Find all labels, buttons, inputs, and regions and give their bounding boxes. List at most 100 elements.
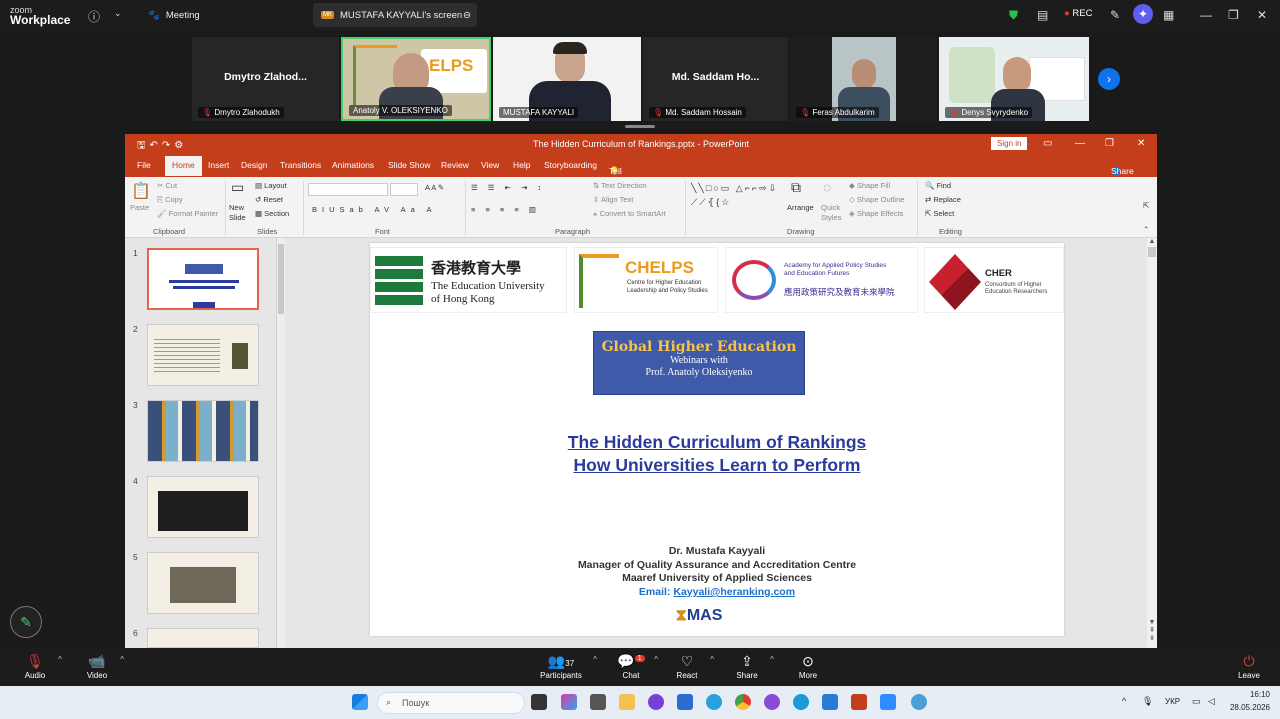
telegram-icon[interactable] <box>706 694 722 710</box>
slide-thumbnail-3[interactable] <box>147 400 259 462</box>
slide-thumbnail-4[interactable] <box>147 476 259 538</box>
chrome-icon[interactable] <box>735 694 751 710</box>
taskbar-search[interactable]: ⌕ Пошук <box>377 692 525 714</box>
font-size-buttons[interactable]: A A ✎ <box>425 183 444 192</box>
restore-icon[interactable]: ❐ <box>1105 138 1114 149</box>
more-button[interactable]: ⊙ More <box>783 652 833 680</box>
tab-home[interactable]: Home <box>165 156 202 176</box>
sign-in-button[interactable]: Sign in <box>991 137 1028 150</box>
align-buttons[interactable]: ≡ ≡ ≡ ≡ ▥ <box>471 205 540 214</box>
clock-date[interactable]: 28.05.2026 <box>1222 703 1270 712</box>
minimize-icon[interactable]: — <box>1075 138 1085 149</box>
tray-chevron-icon[interactable]: ^ <box>1122 696 1126 706</box>
font-size-box[interactable] <box>390 183 418 196</box>
slide-scrollbar[interactable]: ▲ ▼ ⇞ ⇟ <box>1147 238 1157 648</box>
vscode-icon[interactable] <box>822 694 838 710</box>
participant-tile[interactable]: 🎙 Feras Abdulkarim <box>790 37 937 121</box>
windows-start-icon[interactable] <box>352 694 368 710</box>
video-button[interactable]: 📹 Video ^ <box>72 652 124 680</box>
paste-button[interactable]: Paste <box>130 203 149 212</box>
new-slide-button[interactable]: New Slide <box>229 203 251 223</box>
globe-icon[interactable] <box>911 694 927 710</box>
font-format-buttons[interactable]: BIUSab AV Aa A <box>312 205 436 214</box>
participant-tile[interactable]: MUSTAFA KAYYALI <box>493 37 641 121</box>
leave-button[interactable]: ⏻ Leave <box>1224 652 1274 680</box>
shapes-gallery[interactable]: ╲╲□○▭ △⌐⌐⇨⇩ ⟋⟋⦃{☆ <box>691 181 781 209</box>
participant-tile[interactable]: 🎙 Denys Svyrydenko <box>939 37 1089 121</box>
shape-fill-button[interactable]: ◆ Shape Fill <box>849 181 890 190</box>
tab-review[interactable]: Review <box>441 160 469 170</box>
shield-icon[interactable]: ⛊ <box>1009 8 1018 23</box>
quick-styles-button[interactable]: Quick Styles <box>821 203 847 223</box>
volume-icon[interactable]: ◁ <box>1208 696 1215 707</box>
viber-icon[interactable] <box>764 694 780 710</box>
format-painter-button[interactable]: 🖌 Format Painter <box>157 209 218 218</box>
meeting-tab[interactable]: 🐾 Meeting <box>140 3 208 27</box>
network-icon[interactable]: ▭ <box>1192 696 1201 707</box>
file-explorer-icon[interactable] <box>619 694 635 710</box>
pencil-icon[interactable]: ✎ <box>1110 8 1120 22</box>
tab-storyboarding[interactable]: Storyboarding <box>544 160 597 170</box>
text-direction-button[interactable]: ⇅ Text Direction <box>593 181 647 190</box>
react-options-chevron[interactable]: ^ <box>710 655 714 664</box>
next-participants-button[interactable]: › <box>1098 68 1120 90</box>
tab-view[interactable]: View <box>481 160 499 170</box>
tab-animations[interactable]: Animations <box>332 160 374 170</box>
quick-styles-icon[interactable]: ◌ <box>823 179 831 195</box>
list-buttons[interactable]: ☰ ☰ ⇤ ⇥ ↕ <box>471 183 545 192</box>
shape-outline-button[interactable]: ◇ Shape Outline <box>849 195 904 204</box>
chat-button[interactable]: 💬 1 Chat ^ <box>606 652 658 680</box>
powerpoint-icon[interactable] <box>851 694 867 710</box>
participants-options-chevron[interactable]: ^ <box>593 655 597 664</box>
audio-button[interactable]: 🎙 Audio ^ <box>10 652 62 680</box>
recording-indicator[interactable]: ● REC <box>1064 8 1092 19</box>
convert-smartart-button[interactable]: ⚹ Convert to SmartArt <box>593 209 666 219</box>
replace-button[interactable]: ⇄ Replace <box>925 195 961 204</box>
collapse-ribbon-icon[interactable]: ⌃ <box>1143 225 1149 234</box>
thumbnail-scrollbar[interactable] <box>277 238 285 648</box>
select-button[interactable]: ⇱ Select <box>925 209 954 218</box>
notepad-icon[interactable] <box>677 694 693 710</box>
find-button[interactable]: 🔍 Find <box>925 181 951 190</box>
participant-tile-active[interactable]: ELPS Anatoly V. OLEKSIYENKO <box>341 37 491 121</box>
slide-thumbnail-6[interactable] <box>147 628 259 648</box>
chevron-down-icon[interactable]: ⌄ <box>114 8 122 19</box>
chat-options-chevron[interactable]: ^ <box>654 655 658 664</box>
apps-icon[interactable]: ▦ <box>1163 8 1174 22</box>
tab-file[interactable]: File <box>137 160 151 170</box>
copilot-icon[interactable] <box>561 694 577 710</box>
zoom-icon[interactable] <box>880 694 896 710</box>
layout-button[interactable]: ▤ Layout <box>255 181 287 190</box>
new-slide-icon[interactable]: ▭ <box>231 179 244 196</box>
restore-icon[interactable]: ❐ <box>1228 8 1239 22</box>
participant-tile[interactable]: Dmytro Zlahod... 🎙 Dmytro Zlahodukh <box>192 37 339 121</box>
audio-options-chevron[interactable]: ^ <box>58 655 62 664</box>
language-indicator[interactable]: УКР <box>1165 697 1180 706</box>
arrange-icon[interactable]: ⧉ <box>791 179 801 196</box>
tab-design[interactable]: Design <box>241 160 267 170</box>
more-options-icon[interactable]: ⊖ <box>463 10 471 21</box>
font-name-box[interactable] <box>308 183 388 196</box>
share-screen-tab[interactable]: MK MUSTAFA KAYYALI's screen ⊖ <box>313 3 477 27</box>
slide-thumbnail-5[interactable] <box>147 552 259 614</box>
tab-slide-show[interactable]: Slide Show <box>388 160 431 170</box>
reset-button[interactable]: ↺ Reset <box>255 195 283 204</box>
copy-button[interactable]: ⎘ Copy <box>157 195 183 205</box>
edge-icon[interactable] <box>793 694 809 710</box>
cut-button[interactable]: ✂ Cut <box>157 181 177 190</box>
app-icon[interactable] <box>648 694 664 710</box>
scroll-up-icon[interactable]: ▲ <box>1147 238 1157 245</box>
email-link[interactable]: Kayyali@heranking.com <box>673 586 795 598</box>
notes-icon[interactable]: ▤ <box>1037 8 1048 22</box>
current-slide[interactable]: 香港教育大學 The Education University of Hong … <box>370 243 1064 636</box>
share-options-chevron[interactable]: ^ <box>770 655 774 664</box>
video-options-chevron[interactable]: ^ <box>120 655 124 664</box>
close-icon[interactable]: ✕ <box>1137 138 1145 149</box>
minimize-icon[interactable]: — <box>1200 8 1212 22</box>
annotate-pen-button[interactable]: ✎ <box>10 606 42 638</box>
align-text-button[interactable]: ⇳ Align Text <box>593 195 633 204</box>
share-screen-button[interactable]: ⇪ Share ^ <box>722 652 774 680</box>
react-button[interactable]: ♡ React ^ <box>662 652 714 680</box>
ribbon-display-icon[interactable]: ▭ <box>1043 138 1052 149</box>
slide-thumbnail-2[interactable] <box>147 324 259 386</box>
